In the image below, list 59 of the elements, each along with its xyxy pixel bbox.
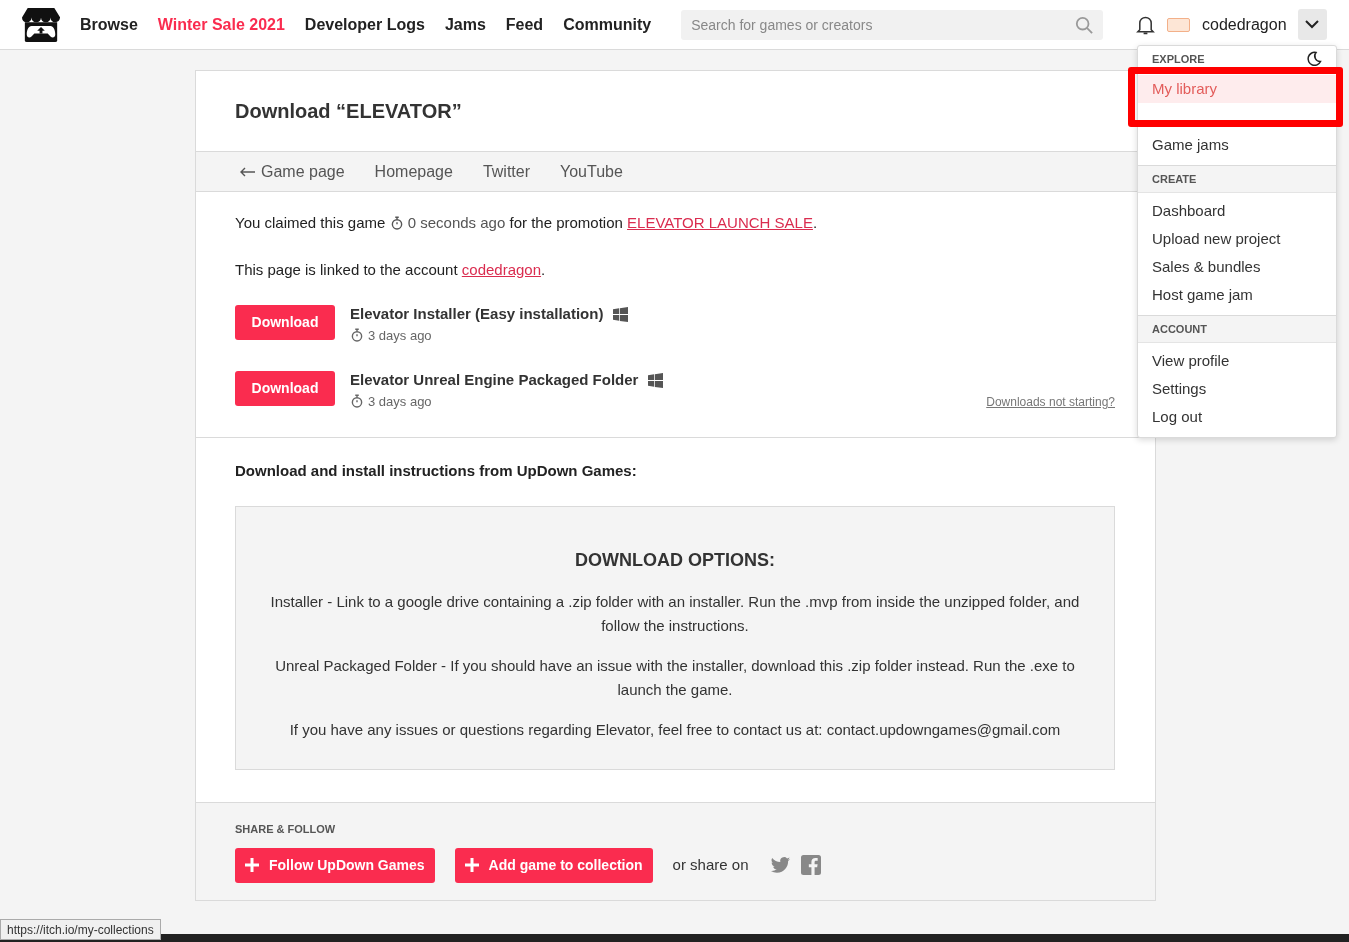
share-action-button[interactable]: Add game to collection xyxy=(454,847,653,883)
menu-item[interactable]: View profile xyxy=(1138,347,1336,375)
username[interactable]: codedragon xyxy=(1202,12,1287,37)
back-arrow-icon xyxy=(240,166,255,177)
downloads-help-link[interactable]: Downloads not starting? xyxy=(986,393,1115,411)
twitter-icon[interactable] xyxy=(770,854,792,876)
menu-item[interactable]: Settings xyxy=(1138,375,1336,403)
download-button[interactable]: Download xyxy=(235,305,335,340)
download-button[interactable]: Download xyxy=(235,371,335,406)
nav-link[interactable]: Developer Logs xyxy=(304,12,425,37)
file-name: Elevator Installer (Easy installation) xyxy=(350,304,604,324)
facebook-icon[interactable] xyxy=(801,855,822,875)
page-title: Download “ELEVATOR” xyxy=(234,99,463,124)
game-link[interactable]: Twitter xyxy=(482,159,530,184)
stopwatch-icon xyxy=(350,394,364,409)
search-field[interactable]: Search for games or creators xyxy=(681,9,1104,40)
menu-item[interactable]: Dashboard xyxy=(1138,197,1336,225)
menu-item[interactable]: Log out xyxy=(1138,403,1336,431)
share-action-button[interactable]: Follow UpDown Games xyxy=(235,847,435,883)
upload-date: 3 days ago xyxy=(350,391,664,411)
instructions-paragraph: If you have any issues or questions regarding Elevator, feel free to contact us at: contact.updowngames@gmail.com xyxy=(289,719,1061,740)
instructions-heading: DOWNLOAD OPTIONS: xyxy=(575,548,775,572)
menu-toggle-button[interactable] xyxy=(1297,9,1327,40)
account-link[interactable]: codedragon xyxy=(461,260,542,278)
section-title: CREATE xyxy=(1152,171,1197,187)
game-link[interactable]: Homepage xyxy=(374,159,453,184)
plus-icon xyxy=(464,858,479,872)
upload-date: 3 days ago xyxy=(350,325,629,345)
storefront-logo-icon[interactable] xyxy=(22,6,60,43)
nav-link[interactable]: Browse xyxy=(80,12,138,37)
status-tooltip: https://itch.io/my-collections xyxy=(0,919,161,940)
game-link[interactable]: Game page xyxy=(240,159,345,184)
plus-icon xyxy=(245,858,259,872)
stopwatch-icon xyxy=(389,215,404,230)
account-message: This page is linked to the account codedragon. xyxy=(235,259,547,280)
nav-link[interactable]: Feed xyxy=(505,12,544,37)
claim-message: You claimed this game 0 seconds ago for the promotion ELEVATOR LAUNCH SALE. xyxy=(235,213,819,233)
menu-item[interactable]: Sales & bundles xyxy=(1138,253,1336,281)
section-title: EXPLORE xyxy=(1152,51,1205,67)
nav-link[interactable]: Jams xyxy=(444,12,486,37)
menu-item[interactable]: Upload new project xyxy=(1138,225,1336,253)
moon-icon[interactable] xyxy=(1306,51,1322,67)
chevron-down-icon xyxy=(1305,20,1320,29)
nav-link[interactable]: Winter Sale 2021 xyxy=(157,12,285,37)
nav-link[interactable]: Community xyxy=(563,12,652,37)
share-text: or share on xyxy=(672,854,749,875)
share-label: SHARE & FOLLOW xyxy=(235,822,337,837)
instructions-title: Download and install instructions from UpDown Games: xyxy=(235,461,638,481)
file-name: Elevator Unreal Engine Packaged Folder xyxy=(350,370,639,390)
menu-item[interactable]: Game jams xyxy=(1138,131,1336,159)
windows-icon xyxy=(648,372,664,388)
section-title: ACCOUNT xyxy=(1152,321,1207,337)
instructions-paragraph: Installer - Link to a google drive containing a .zip folder with an installer. Run the .mvp from inside the unzipped folder, and follow the instructions. xyxy=(269,591,1081,636)
instructions-paragraph: Unreal Packaged Folder - If you should have an issue with the installer, download this .zip folder instead. Run the .exe to launch the game. xyxy=(274,655,1076,700)
game-link[interactable]: YouTube xyxy=(560,159,623,184)
windows-icon xyxy=(613,306,629,322)
menu-item[interactable]: Host game jam xyxy=(1138,281,1336,309)
stopwatch-icon xyxy=(350,328,364,343)
promotion-link[interactable]: ELEVATOR LAUNCH SALE xyxy=(627,214,813,231)
